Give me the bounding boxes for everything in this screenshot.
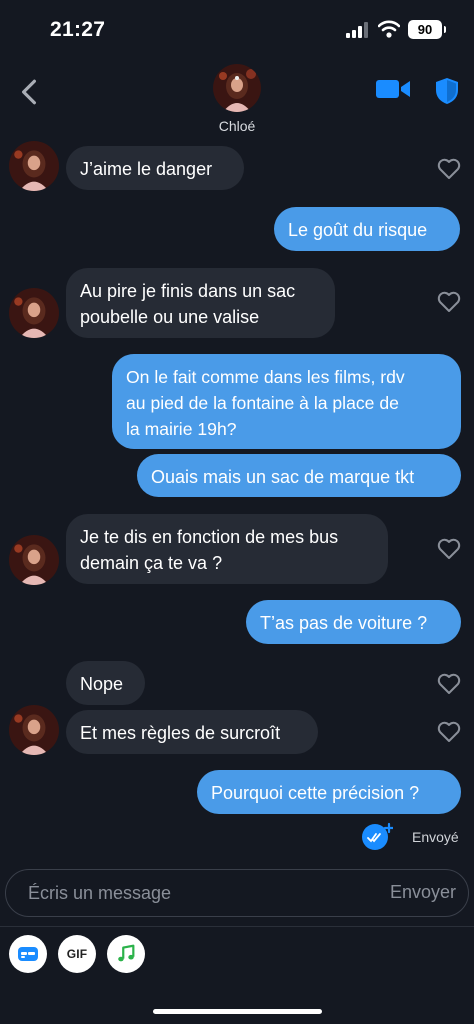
message-text: Le goût du risque: [288, 220, 428, 240]
message-incoming[interactable]: Au pire je finis dans un sac poubelle ou…: [66, 268, 335, 338]
message-incoming[interactable]: J’aime le danger: [66, 146, 244, 190]
gif-button[interactable]: GIF: [58, 935, 96, 973]
contact-avatar[interactable]: [9, 535, 59, 585]
message-input[interactable]: [28, 870, 368, 916]
heart-icon: [437, 538, 461, 559]
message-incoming[interactable]: Et mes règles de surcroît: [66, 710, 318, 754]
heart-icon: [437, 673, 461, 694]
message-outgoing[interactable]: Le goût du risque: [274, 207, 460, 251]
like-button[interactable]: [436, 537, 462, 561]
message-text-line: demain ça te va ?: [80, 553, 223, 573]
music-note-icon: [118, 944, 135, 962]
message-text: J’aime le danger: [80, 159, 213, 179]
like-button[interactable]: [436, 720, 462, 744]
message-outgoing[interactable]: On le fait comme dans les films, rdv au …: [112, 354, 461, 449]
contact-avatar[interactable]: [9, 705, 59, 755]
message-incoming[interactable]: Je te dis en fonction de mes bus demain …: [66, 514, 388, 584]
send-button[interactable]: Envoyer: [390, 882, 456, 903]
safety-button[interactable]: [434, 76, 460, 106]
message-composer: Envoyer: [5, 869, 469, 917]
message-text-line: Je te dis en fonction de mes bus: [80, 527, 339, 547]
message-outgoing[interactable]: Pourquoi cette précision ?: [197, 770, 461, 814]
divider: [0, 926, 474, 927]
message-text: Et mes règles de surcroît: [80, 723, 281, 743]
like-button[interactable]: [436, 157, 462, 181]
gif-label: GIF: [66, 947, 88, 961]
like-button[interactable]: [436, 672, 462, 696]
sticker-button[interactable]: [9, 935, 47, 973]
battery-indicator: 90: [408, 20, 446, 39]
message-text: T’as pas de voiture ?: [260, 613, 428, 633]
sent-status: Envoyé: [412, 829, 459, 845]
message-text-line: poubelle ou une valise: [80, 307, 260, 327]
message-text: Pourquoi cette précision ?: [211, 783, 420, 803]
message-incoming[interactable]: Nope: [66, 661, 145, 705]
contact-name[interactable]: Chloé: [0, 118, 474, 134]
back-button[interactable]: [12, 72, 46, 112]
heart-icon: [437, 291, 461, 312]
heart-icon: [437, 158, 461, 179]
music-button[interactable]: [107, 935, 145, 973]
message-text-line: la mairie 19h?: [126, 419, 237, 439]
heart-icon: [437, 721, 461, 742]
message-outgoing[interactable]: Ouais mais un sac de marque tkt: [137, 454, 461, 497]
chat-header: Chloé: [0, 60, 474, 136]
message-text: Nope: [80, 674, 124, 694]
status-time: 21:27: [50, 18, 106, 41]
back-chevron-icon: [22, 79, 36, 105]
contact-avatar[interactable]: [9, 288, 59, 338]
cellular-signal-icon: [346, 22, 370, 38]
contact-avatar[interactable]: [213, 64, 261, 112]
message-text-line: Au pire je finis dans un sac: [80, 281, 296, 301]
video-call-button[interactable]: [374, 74, 412, 104]
like-button[interactable]: [436, 290, 462, 314]
home-indicator[interactable]: [153, 1009, 322, 1014]
wifi-icon: [377, 19, 401, 39]
double-check-icon: [362, 822, 395, 850]
message-text-line: On le fait comme dans les films, rdv: [126, 367, 405, 387]
shield-icon: [436, 78, 458, 104]
read-receipt: [361, 821, 395, 851]
message-text: Ouais mais un sac de marque tkt: [151, 467, 415, 487]
message-outgoing[interactable]: T’as pas de voiture ?: [246, 600, 461, 644]
contact-avatar[interactable]: [9, 141, 59, 191]
status-bar: 21:27 90: [0, 0, 474, 60]
sticker-icon: [18, 947, 38, 961]
message-text-line: au pied de la fontaine à la place de: [126, 393, 399, 413]
video-camera-icon: [376, 80, 410, 98]
